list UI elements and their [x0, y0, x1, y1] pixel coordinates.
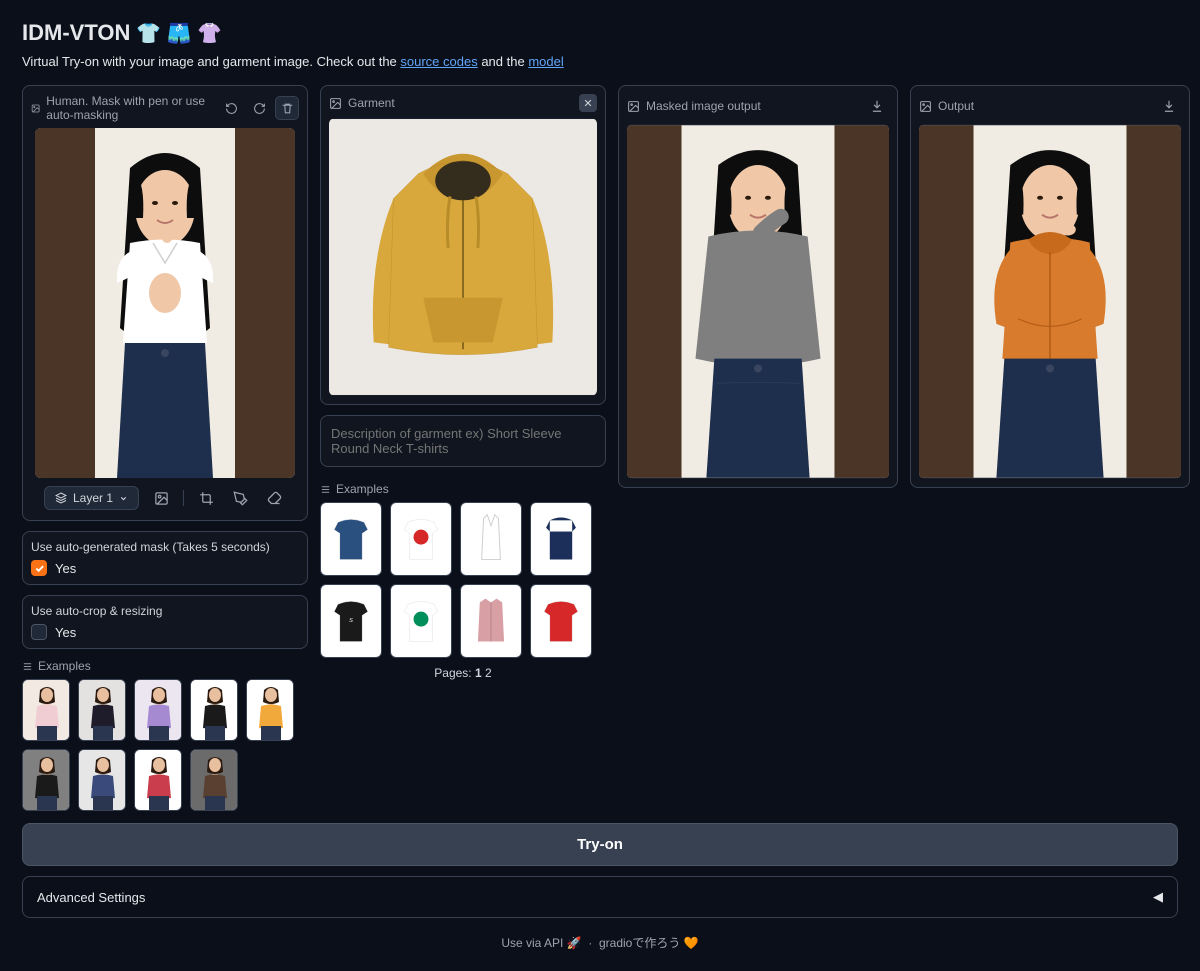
- image-icon: [627, 100, 640, 113]
- crop-tool-icon[interactable]: [194, 486, 218, 510]
- human-image-content: [35, 128, 295, 478]
- human-example-thumb[interactable]: [190, 679, 238, 741]
- title-emojis: 👕 🩳 👚: [136, 21, 222, 46]
- footer-api-link[interactable]: Use via API 🚀: [501, 936, 581, 950]
- automask-panel: Use auto-generated mask (Takes 5 seconds…: [22, 531, 308, 585]
- download-output-button[interactable]: [1157, 94, 1181, 118]
- image-tool-icon[interactable]: [149, 486, 173, 510]
- human-example-thumb[interactable]: [22, 679, 70, 741]
- image-icon: [31, 102, 40, 115]
- automask-checkbox[interactable]: [31, 560, 47, 576]
- human-panel-label: Human. Mask with pen or use auto-masking: [46, 94, 213, 122]
- masked-image-content: [627, 124, 889, 479]
- garment-example-thumb[interactable]: [390, 502, 452, 576]
- human-panel: Human. Mask with pen or use auto-masking: [22, 85, 308, 521]
- page-1[interactable]: 1: [475, 666, 482, 680]
- garment-panel-label: Garment: [348, 96, 395, 110]
- editor-toolbar: Layer 1: [31, 478, 299, 512]
- output-panel-label: Output: [938, 99, 974, 113]
- advanced-settings-accordion[interactable]: Advanced Settings ◀: [22, 876, 1178, 918]
- garment-example-thumb[interactable]: [390, 584, 452, 658]
- footer-gradio-link[interactable]: gradioで作ろう 🧡: [599, 936, 699, 950]
- human-examples-label: Examples: [22, 659, 308, 673]
- garment-example-thumb[interactable]: [320, 502, 382, 576]
- advanced-label: Advanced Settings: [37, 890, 145, 905]
- layer-label: Layer 1: [73, 491, 113, 505]
- human-example-thumb[interactable]: [134, 749, 182, 811]
- garment-examples-grid: S: [320, 502, 606, 658]
- garment-example-thumb[interactable]: [530, 502, 592, 576]
- output-image-content: [919, 124, 1181, 479]
- automask-value: Yes: [55, 561, 76, 576]
- garment-example-thumb[interactable]: [460, 502, 522, 576]
- brush-tool-icon[interactable]: [228, 486, 252, 510]
- garment-example-thumb[interactable]: [460, 584, 522, 658]
- link-model[interactable]: model: [528, 54, 563, 69]
- human-example-thumb[interactable]: [22, 749, 70, 811]
- title-text: IDM-VTON: [22, 20, 130, 46]
- undo-button[interactable]: [219, 96, 243, 120]
- masked-output-image[interactable]: [627, 124, 889, 479]
- human-example-thumb[interactable]: [246, 679, 294, 741]
- human-examples-grid: [22, 679, 308, 811]
- human-example-thumb[interactable]: [190, 749, 238, 811]
- image-icon: [919, 100, 932, 113]
- footer: Use via API 🚀 · gradioで作ろう 🧡: [22, 934, 1178, 951]
- garment-image-content: [329, 118, 597, 396]
- redo-button[interactable]: [247, 96, 271, 120]
- erase-tool-icon[interactable]: [262, 486, 286, 510]
- tryon-button[interactable]: Try-on: [22, 823, 1178, 866]
- garment-image[interactable]: [329, 118, 597, 396]
- output-panel: Output: [910, 85, 1190, 488]
- clear-garment-button[interactable]: ✕: [579, 94, 597, 112]
- link-source-codes[interactable]: source codes: [400, 54, 477, 69]
- image-icon: [329, 97, 342, 110]
- masked-output-panel: Masked image output: [618, 85, 898, 488]
- subtitle: Virtual Try-on with your image and garme…: [22, 54, 1178, 69]
- garment-example-thumb[interactable]: [530, 584, 592, 658]
- autocrop-checkbox[interactable]: [31, 624, 47, 640]
- autocrop-value: Yes: [55, 625, 76, 640]
- svg-text:S: S: [349, 618, 353, 624]
- human-example-thumb[interactable]: [78, 749, 126, 811]
- output-image[interactable]: [919, 124, 1181, 479]
- human-example-thumb[interactable]: [134, 679, 182, 741]
- page-2[interactable]: 2: [485, 666, 492, 680]
- masked-panel-label: Masked image output: [646, 99, 761, 113]
- autocrop-label: Use auto-crop & resizing: [31, 604, 299, 618]
- autocrop-panel: Use auto-crop & resizing Yes: [22, 595, 308, 649]
- delete-button[interactable]: [275, 96, 299, 120]
- accordion-arrow-icon: ◀: [1153, 889, 1163, 905]
- pages-nav: Pages: 1 2: [320, 666, 606, 680]
- automask-label: Use auto-generated mask (Takes 5 seconds…: [31, 540, 299, 554]
- human-example-thumb[interactable]: [78, 679, 126, 741]
- garment-example-thumb[interactable]: S: [320, 584, 382, 658]
- layer-selector[interactable]: Layer 1: [44, 486, 139, 510]
- human-image[interactable]: [35, 128, 295, 478]
- garment-panel: Garment ✕: [320, 85, 606, 405]
- page-title: IDM-VTON 👕 🩳 👚: [22, 20, 1178, 46]
- download-masked-button[interactable]: [865, 94, 889, 118]
- garment-description-input[interactable]: [320, 415, 606, 467]
- garment-examples-label: Examples: [320, 482, 606, 496]
